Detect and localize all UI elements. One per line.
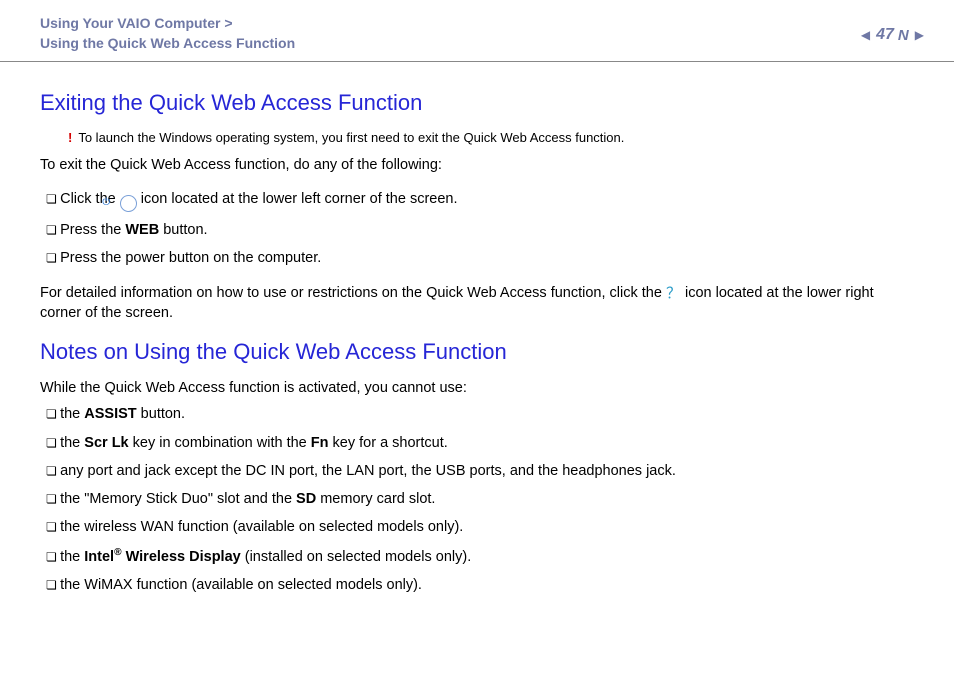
help-icon: ？	[666, 286, 681, 301]
list-item: the Intel® Wireless Display (installed o…	[46, 546, 914, 567]
breadcrumb: Using Your VAIO Computer > Using the Qui…	[40, 14, 295, 53]
section-title: Exiting the Quick Web Access Function	[40, 88, 914, 119]
list-item: Click the ⏻ icon located at the lower le…	[46, 189, 914, 212]
list-item: the WiMAX function (available on selecte…	[46, 575, 914, 595]
alert-note: ! To launch the Windows operating system…	[68, 129, 914, 147]
list-item: the Scr Lk key in combination with the F…	[46, 433, 914, 453]
section-title: Notes on Using the Quick Web Access Func…	[40, 337, 914, 368]
notes-list: the ASSIST button. the Scr Lk key in com…	[40, 404, 914, 595]
page-total-n: N	[898, 27, 909, 44]
breadcrumb-level2[interactable]: Using the Quick Web Access Function	[40, 35, 295, 51]
pager: ◀ 47 N ▶	[861, 14, 924, 44]
exit-steps-list: Click the ⏻ icon located at the lower le…	[40, 189, 914, 268]
list-item: the wireless WAN function (available on …	[46, 517, 914, 537]
breadcrumb-separator: >	[224, 15, 232, 31]
list-item: Press the WEB button.	[46, 220, 914, 240]
list-item: the "Memory Stick Duo" slot and the SD m…	[46, 489, 914, 509]
page-number: 47	[876, 26, 894, 44]
body-text: To exit the Quick Web Access function, d…	[40, 155, 914, 175]
breadcrumb-level1[interactable]: Using Your VAIO Computer	[40, 15, 220, 31]
list-item: any port and jack except the DC IN port,…	[46, 461, 914, 481]
list-item: Press the power button on the computer.	[46, 248, 914, 268]
body-text: For detailed information on how to use o…	[40, 283, 914, 324]
page-header: Using Your VAIO Computer > Using the Qui…	[0, 0, 954, 62]
alert-text: To launch the Windows operating system, …	[78, 129, 624, 147]
power-icon: ⏻	[120, 195, 137, 212]
next-page-icon[interactable]: ▶	[915, 28, 924, 42]
body-text: While the Quick Web Access function is a…	[40, 378, 914, 398]
alert-icon: !	[68, 129, 72, 147]
prev-page-icon[interactable]: ◀	[861, 28, 870, 42]
page-content: Exiting the Quick Web Access Function ! …	[0, 62, 954, 619]
list-item: the ASSIST button.	[46, 404, 914, 424]
